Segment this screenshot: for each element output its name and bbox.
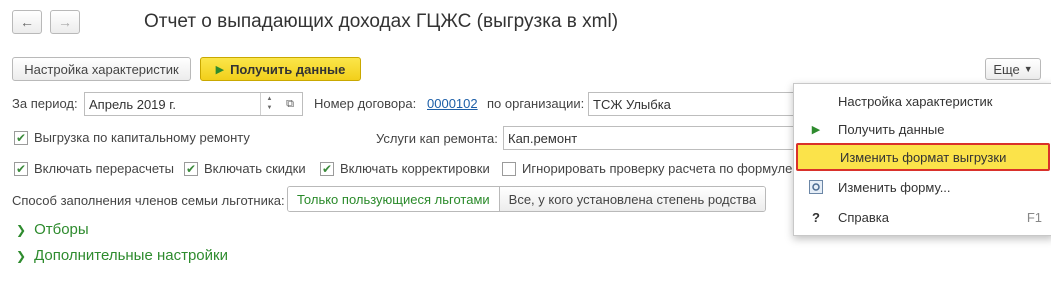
more-menu: Настройка характеристик ▶ Получить данны…	[793, 83, 1051, 236]
chevron-right-icon: ❯	[16, 222, 27, 237]
calendar-icon[interactable]: ⧉	[278, 93, 302, 115]
checkmark-icon: ✔	[320, 161, 334, 176]
organization-label: по организации:	[487, 96, 585, 111]
form-settings-icon	[794, 180, 838, 194]
question-icon: ?	[812, 209, 820, 225]
filters-group[interactable]: ❯ Отборы	[16, 221, 89, 238]
menu-item-settings[interactable]: Настройка характеристик	[794, 87, 1051, 115]
page-title: Отчет о выпадающих доходах ГЦЖС (выгрузк…	[144, 11, 619, 32]
family-fill-label: Способ заполнения членов семьи льготника…	[12, 193, 285, 208]
capital-repair-checkbox[interactable]: ✔ Выгрузка по капитальному ремонту	[14, 130, 250, 145]
menu-item-help[interactable]: ? Справка F1	[794, 203, 1051, 231]
chevron-down-icon: ▼	[1023, 64, 1033, 74]
left-arrow-icon: ←	[20, 14, 34, 30]
period-field[interactable]: Апрель 2019 г. ▲ ▼ ⧉	[84, 92, 303, 116]
play-icon: ▶	[811, 123, 821, 136]
settings-characteristics-button[interactable]: Настройка характеристик	[12, 57, 191, 81]
get-data-button[interactable]: ▶ Получить данные	[200, 57, 361, 81]
family-fill-selector[interactable]: Только пользующиеся льготами Все, у кого…	[287, 186, 767, 212]
play-icon: ▶	[215, 63, 225, 76]
menu-item-get-data[interactable]: ▶ Получить данные	[794, 115, 1051, 143]
services-field[interactable]: Кап.ремонт	[503, 126, 798, 150]
menu-item-change-export-format[interactable]: Изменить формат выгрузки	[796, 143, 1050, 171]
back-button[interactable]: ←	[12, 10, 42, 34]
right-arrow-icon: →	[58, 14, 72, 30]
services-label: Услуги кап ремонта:	[376, 131, 498, 146]
family-option-beneficiaries[interactable]: Только пользующиеся льготами	[288, 187, 500, 211]
contract-label: Номер договора:	[314, 96, 417, 111]
checkmark-icon: ✔	[184, 161, 198, 176]
corrections-checkbox[interactable]: ✔ Включать корректировки	[320, 161, 490, 176]
family-option-relatives[interactable]: Все, у кого установлена степень родства	[499, 187, 766, 211]
shortcut-label: F1	[1026, 209, 1042, 225]
recalc-checkbox[interactable]: ✔ Включать перерасчеты	[14, 161, 174, 176]
checkmark-icon: ✔	[14, 161, 28, 176]
contract-link[interactable]: 0000102	[427, 96, 478, 111]
menu-item-change-form[interactable]: Изменить форму...	[794, 173, 1051, 201]
empty-checkbox-icon	[502, 161, 516, 176]
period-stepper[interactable]: ▲ ▼	[260, 93, 278, 115]
period-label: За период:	[12, 96, 78, 111]
chevron-right-icon: ❯	[16, 248, 27, 263]
checkmark-icon: ✔	[14, 130, 28, 145]
organization-field[interactable]: ТСЖ Улыбка	[588, 92, 798, 116]
discounts-checkbox[interactable]: ✔ Включать скидки	[184, 161, 306, 176]
chevron-up-icon: ▲	[266, 96, 273, 102]
more-button[interactable]: Еще ▼	[985, 58, 1041, 80]
forward-button[interactable]: →	[50, 10, 80, 34]
ignore-check-checkbox[interactable]: Игнорировать проверку расчета по формуле	[502, 161, 792, 176]
additional-settings-group[interactable]: ❯ Дополнительные настройки	[16, 247, 228, 264]
chevron-down-icon: ▼	[266, 105, 273, 111]
